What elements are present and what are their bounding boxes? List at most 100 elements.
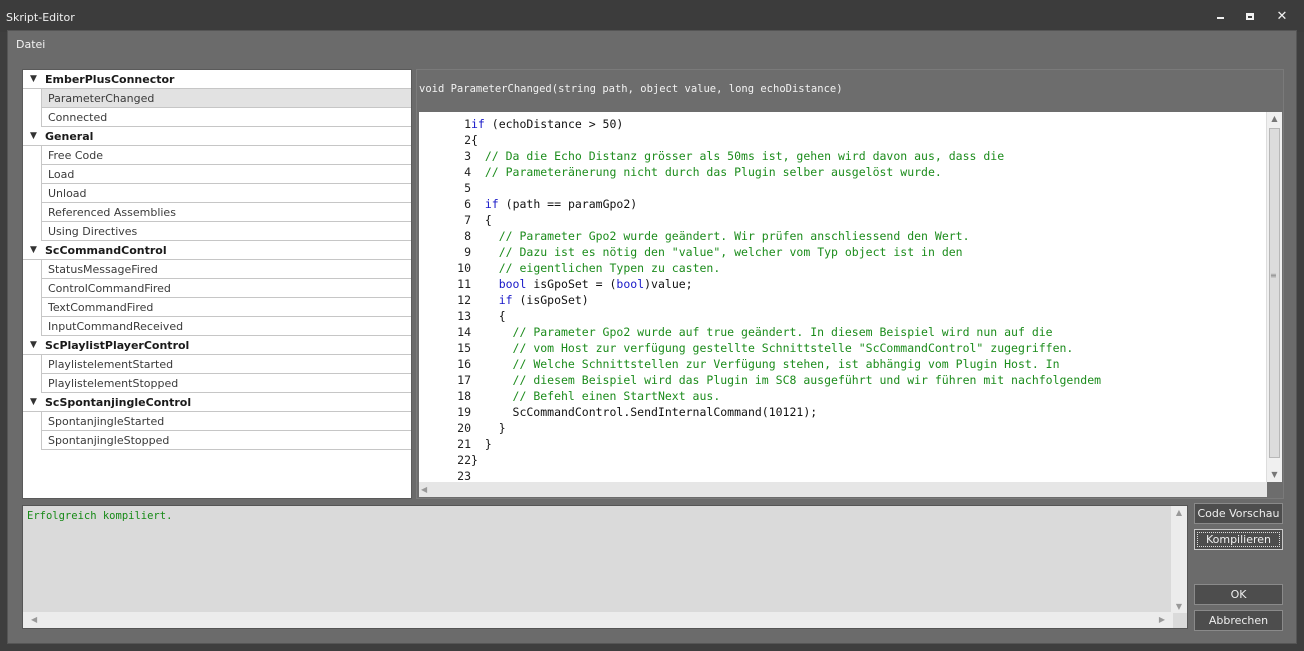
ok-button[interactable]: OK — [1194, 584, 1283, 605]
tree-item[interactable]: ParameterChanged — [41, 89, 411, 108]
code-line: 22} — [419, 452, 478, 468]
code-text: { — [471, 309, 506, 323]
code-text: { — [471, 213, 492, 227]
code-text: // diesem Beispiel wird das Plugin im SC… — [512, 373, 1102, 387]
minimize-icon[interactable] — [1210, 8, 1230, 26]
scroll-up-icon[interactable]: ▲ — [1267, 112, 1282, 126]
tree-item[interactable]: TextCommandFired — [41, 298, 411, 317]
code-line: 8 // Parameter Gpo2 wurde geändert. Wir … — [419, 228, 970, 244]
event-tree[interactable]: ▼ EmberPlusConnector ParameterChanged Conne… — [22, 69, 412, 499]
code-line: 23 — [419, 468, 471, 482]
collapse-arrow-icon[interactable]: ▼ — [30, 393, 37, 412]
tree-group[interactable]: ▼ ScCommandControl — [23, 241, 411, 260]
line-number: 3 — [464, 149, 471, 163]
code-line: 12 if (isGpoSet) — [419, 292, 589, 308]
line-number: 18 — [457, 389, 471, 403]
editor-panel: void ParameterChanged(string path, objec… — [416, 69, 1284, 499]
code-vertical-scrollbar[interactable]: ▲ ≡ ▼ — [1266, 112, 1282, 482]
line-number: 16 — [457, 357, 471, 371]
cancel-button[interactable]: Abbrechen — [1194, 610, 1283, 631]
line-number: 22 — [457, 453, 471, 467]
line-number: 20 — [457, 421, 471, 435]
tree-item[interactable]: Using Directives — [41, 222, 411, 241]
dialog-body: Datei ▼ EmberPlusConnector ParameterChange… — [7, 30, 1297, 644]
tree-item[interactable]: SpontanjingleStarted — [41, 412, 411, 431]
close-icon[interactable]: ✕ — [1272, 8, 1292, 26]
code-line: 20 } — [419, 420, 506, 436]
scroll-up-icon[interactable]: ▲ — [1171, 508, 1187, 517]
code-text: if (echoDistance > 50) — [471, 117, 624, 131]
scroll-down-icon[interactable]: ▼ — [1267, 468, 1282, 482]
line-number: 5 — [464, 181, 471, 195]
tree-group[interactable]: ▼ ScSpontanjingleControl — [23, 393, 411, 412]
collapse-arrow-icon[interactable]: ▼ — [30, 70, 37, 89]
code-text: } — [471, 437, 492, 451]
code-line: 16 // Welche Schnittstellen zur Verfügun… — [419, 356, 1060, 372]
tree-group[interactable]: ▼ EmberPlusConnector — [23, 70, 411, 89]
code-text: // Parameter Gpo2 wurde geändert. Wir pr… — [498, 229, 970, 243]
compile-status-text: Erfolgreich kompiliert. — [27, 510, 173, 522]
code-line: 1if (echoDistance > 50) — [419, 116, 623, 132]
tree-item[interactable]: SpontanjingleStopped — [41, 431, 411, 450]
scroll-left-icon[interactable]: ◀ — [31, 615, 37, 624]
tree-item[interactable]: ControlCommandFired — [41, 279, 411, 298]
collapse-arrow-icon[interactable]: ▼ — [30, 127, 37, 146]
code-line: 3 // Da die Echo Distanz grösser als 50m… — [419, 148, 1004, 164]
code-line: 18 // Befehl einen StartNext aus. — [419, 388, 720, 404]
code-text: // eigentlichen Typen zu casten. — [498, 261, 721, 275]
code-text: // Dazu ist es nötig den "value", welche… — [498, 245, 963, 259]
code-horizontal-scrollbar[interactable]: ◀ — [419, 482, 1267, 497]
code-line: 11 bool isGpoSet = (bool)value; — [419, 276, 693, 292]
maximize-icon[interactable] — [1240, 8, 1260, 26]
code-line: 17 // diesem Beispiel wird das Plugin im… — [419, 372, 1101, 388]
code-text: } — [471, 421, 506, 435]
scroll-left-icon[interactable]: ◀ — [421, 482, 427, 497]
line-number: 17 — [457, 373, 471, 387]
code-line: 13 { — [419, 308, 506, 324]
line-number: 13 — [457, 309, 471, 323]
tree-group-label: ScSpontanjingleControl — [45, 396, 192, 409]
window-title: Skript-Editor — [6, 11, 75, 24]
collapse-arrow-icon[interactable]: ▼ — [30, 241, 37, 260]
tree-item[interactable]: InputCommandReceived — [41, 317, 411, 336]
code-text: // Welche Schnittstellen zur Verfügung s… — [512, 357, 1060, 371]
code-line: 6 if (path == paramGpo2) — [419, 196, 637, 212]
code-line: 4 // Parameteränerung nicht durch das Pl… — [419, 164, 942, 180]
tree-item[interactable]: Referenced Assemblies — [41, 203, 411, 222]
code-text: // Da die Echo Distanz grösser als 50ms … — [484, 149, 1005, 163]
code-line: 2{ — [419, 132, 478, 148]
grip-icon: ≡ — [1270, 271, 1277, 280]
tree-item[interactable]: Free Code — [41, 146, 411, 165]
line-number: 7 — [464, 213, 471, 227]
menu-file[interactable]: Datei — [16, 38, 45, 51]
scroll-down-icon[interactable]: ▼ — [1171, 602, 1187, 611]
line-number: 9 — [464, 245, 471, 259]
scroll-thumb[interactable] — [1269, 128, 1280, 458]
code-editor[interactable]: 1if (echoDistance > 50) 2{3 // Da die Ech… — [419, 112, 1282, 482]
compile-button[interactable]: Kompilieren — [1194, 529, 1283, 550]
tree-item[interactable]: Unload — [41, 184, 411, 203]
code-text: bool isGpoSet = (bool)value; — [498, 277, 693, 291]
scroll-right-icon[interactable]: ▶ — [1159, 615, 1165, 624]
tree-group-label: ScPlaylistPlayerControl — [45, 339, 190, 352]
output-horizontal-scrollbar[interactable]: ◀ ▶ — [23, 612, 1173, 628]
line-number: 6 — [464, 197, 471, 211]
code-text: if (path == paramGpo2) — [484, 197, 638, 211]
code-preview-button[interactable]: Code Vorschau — [1194, 503, 1283, 524]
line-number: 23 — [457, 469, 471, 482]
tree-group[interactable]: ▼ ScPlaylistPlayerControl — [23, 336, 411, 355]
tree-group[interactable]: ▼ General — [23, 127, 411, 146]
tree-group-label: EmberPlusConnector — [45, 73, 175, 86]
tree-item[interactable]: StatusMessageFired — [41, 260, 411, 279]
tree-item[interactable]: PlaylistelementStopped — [41, 374, 411, 393]
line-number: 12 — [457, 293, 471, 307]
code-line: 9 // Dazu ist es nötig den "value", welc… — [419, 244, 963, 260]
tree-item[interactable]: Connected — [41, 108, 411, 127]
output-vertical-scrollbar[interactable]: ▲ ▼ — [1171, 506, 1187, 613]
collapse-arrow-icon[interactable]: ▼ — [30, 336, 37, 355]
code-line: 10 // eigentlichen Typen zu casten. — [419, 260, 720, 276]
tree-item[interactable]: Load — [41, 165, 411, 184]
line-number: 4 — [464, 165, 471, 179]
tree-item[interactable]: PlaylistelementStarted — [41, 355, 411, 374]
compiler-output[interactable]: Erfolgreich kompiliert. ▲ ▼ ◀ ▶ — [22, 505, 1188, 629]
